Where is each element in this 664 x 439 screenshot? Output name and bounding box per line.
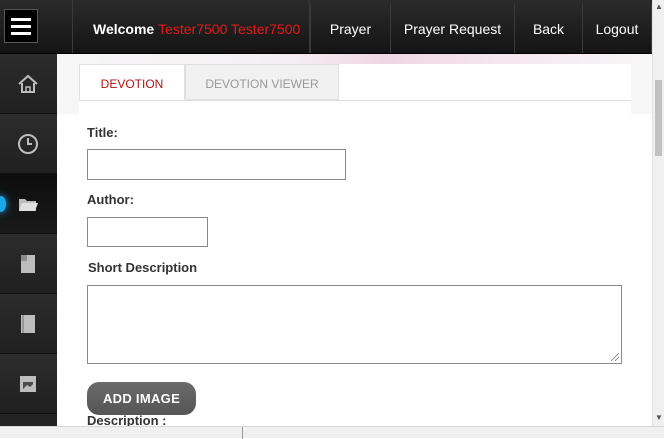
hamburger-menu-icon[interactable] — [4, 9, 38, 43]
sidebar-item-history[interactable] — [0, 114, 57, 174]
scroll-up-arrow-icon[interactable]: ▲ — [654, 2, 664, 11]
prayer-request-button[interactable]: Prayer Request — [390, 4, 514, 53]
sidebar-item-book[interactable] — [0, 294, 57, 354]
prayer-button[interactable]: Prayer — [310, 4, 390, 53]
sidebar-item-gallery[interactable] — [0, 354, 57, 414]
user-name: Tester7500 Tester7500 — [158, 21, 301, 37]
top-bar: Welcome Tester7500 Tester7500 Prayer Pra… — [0, 0, 652, 54]
logout-button[interactable]: Logout — [582, 4, 652, 53]
main-area: DEVOTION DEVOTION VIEWER Title: Author: … — [57, 54, 652, 426]
sidebar-item-document[interactable] — [0, 234, 57, 294]
book-icon — [21, 315, 35, 333]
welcome-label: Welcome — [93, 21, 155, 37]
tab-devotion[interactable]: DEVOTION — [79, 64, 185, 100]
tab-devotion-viewer[interactable]: DEVOTION VIEWER — [185, 64, 339, 100]
tab-bar: DEVOTION DEVOTION VIEWER — [79, 64, 631, 101]
title-label: Title: — [87, 125, 118, 140]
bottom-window-strip — [0, 426, 664, 439]
clock-icon — [18, 134, 38, 154]
add-image-button[interactable]: ADD IMAGE — [87, 382, 196, 415]
sidebar-item-home[interactable] — [0, 54, 57, 114]
title-input[interactable] — [87, 149, 346, 180]
back-button[interactable]: Back — [514, 4, 582, 53]
folder-icon — [19, 199, 38, 211]
sidebar-item-folder[interactable] — [0, 174, 57, 234]
app-window: Welcome Tester7500 Tester7500 Prayer Pra… — [0, 0, 652, 426]
short-description-textarea[interactable] — [87, 285, 622, 364]
home-icon — [18, 74, 38, 93]
author-label: Author: — [87, 192, 134, 207]
short-description-label: Short Description — [88, 260, 198, 275]
resize-grip-icon[interactable] — [611, 353, 619, 361]
scroll-down-arrow-icon[interactable]: ▼ — [654, 413, 664, 422]
author-input[interactable] — [87, 217, 208, 247]
devotion-panel: DEVOTION DEVOTION VIEWER Title: Author: … — [79, 64, 631, 426]
strip-divider — [242, 427, 243, 439]
gallery-icon — [20, 376, 36, 392]
welcome-message: Welcome Tester7500 Tester7500 — [72, 0, 310, 53]
vertical-scrollbar[interactable]: ▲ ▼ — [652, 0, 664, 426]
scrollbar-thumb[interactable] — [655, 80, 662, 156]
description-label: Description : — [87, 413, 167, 426]
sidebar — [0, 54, 57, 426]
document-icon — [21, 255, 35, 273]
